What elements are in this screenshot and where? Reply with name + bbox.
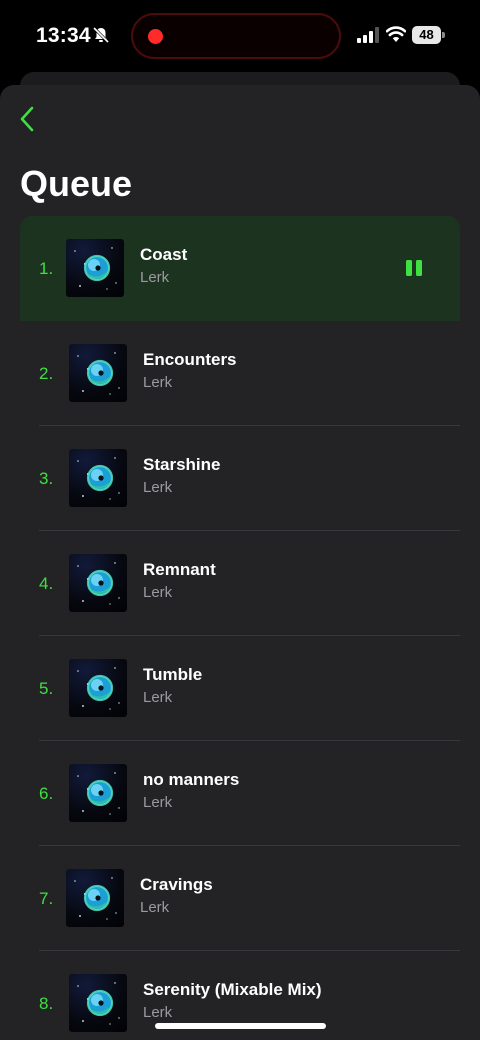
- track-title: Tumble: [143, 665, 203, 684]
- track-artist: Lerk: [140, 899, 170, 916]
- queue-list: 1. Coast Lerk 2. Encounters Lerk 3. Star…: [0, 216, 480, 1040]
- dynamic-island[interactable]: [131, 13, 341, 59]
- wifi-icon: [386, 26, 406, 42]
- album-art: [69, 449, 127, 507]
- album-art: [69, 659, 127, 717]
- album-art: [69, 554, 127, 612]
- status-time: 13:34: [36, 24, 91, 47]
- queue-row-2[interactable]: 2. Encounters Lerk: [0, 321, 480, 426]
- track-artist: Lerk: [143, 689, 173, 706]
- queue-sheet: Queue 1. Coast Lerk 2. Encounters Lerk 3…: [0, 85, 480, 1040]
- pause-icon[interactable]: [406, 260, 422, 276]
- track-artist: Lerk: [143, 374, 173, 391]
- track-title: Coast: [140, 245, 188, 264]
- track-artist: Lerk: [143, 1004, 173, 1021]
- track-number: 4.: [39, 574, 54, 593]
- queue-row-5[interactable]: 5. Tumble Lerk: [0, 636, 480, 741]
- status-bar: 13:34 48: [0, 0, 480, 72]
- track-number: 6.: [39, 784, 54, 803]
- track-title: Starshine: [143, 455, 221, 474]
- track-artist: Lerk: [143, 794, 173, 811]
- queue-row-3[interactable]: 3. Starshine Lerk: [0, 426, 480, 531]
- home-indicator[interactable]: [155, 1023, 326, 1029]
- battery-nub: [442, 32, 445, 38]
- track-title: Remnant: [143, 560, 216, 579]
- track-title: Cravings: [140, 875, 213, 894]
- queue-row-6[interactable]: 6. no manners Lerk: [0, 741, 480, 846]
- track-artist: Lerk: [143, 479, 173, 496]
- queue-row-1[interactable]: 1. Coast Lerk: [20, 216, 460, 321]
- album-art: [66, 869, 124, 927]
- track-number: 7.: [39, 889, 54, 908]
- track-title: Serenity (Mixable Mix): [143, 980, 322, 999]
- signal-icon: [357, 27, 379, 43]
- track-title: no manners: [143, 770, 240, 789]
- track-artist: Lerk: [140, 269, 170, 286]
- track-artist: Lerk: [143, 584, 173, 601]
- album-art: [69, 764, 127, 822]
- battery-icon: 48: [412, 26, 441, 44]
- album-art: [66, 239, 124, 297]
- recording-dot-icon: [148, 29, 163, 44]
- queue-row-7[interactable]: 7. Cravings Lerk: [0, 846, 480, 951]
- track-number: 3.: [39, 469, 54, 488]
- chevron-left-icon[interactable]: [14, 103, 42, 135]
- queue-row-4[interactable]: 4. Remnant Lerk: [0, 531, 480, 636]
- track-number: 2.: [39, 364, 54, 383]
- bell-slash-icon: [92, 26, 110, 44]
- track-number: 1.: [39, 259, 54, 278]
- album-art: [69, 344, 127, 402]
- track-title: Encounters: [143, 350, 237, 369]
- page-title: Queue: [20, 163, 133, 204]
- track-number: 5.: [39, 679, 54, 698]
- track-number: 8.: [39, 994, 54, 1013]
- album-art: [69, 974, 127, 1032]
